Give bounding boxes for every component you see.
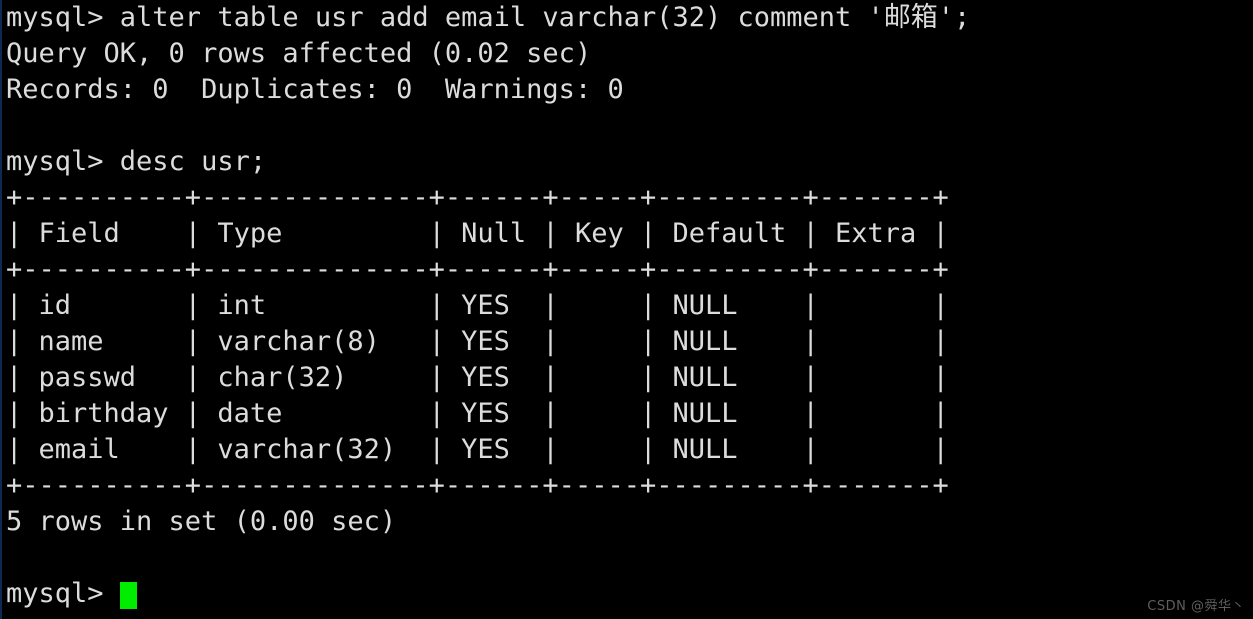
table-border-bottom: +----------+--------------+------+-----+… <box>6 470 949 501</box>
table-row: | email | varchar(32) | YES | | NULL | | <box>6 434 949 465</box>
text-cursor <box>119 581 137 609</box>
prompt-label: mysql> <box>6 578 120 609</box>
terminal-prompt-line[interactable]: mysql> <box>2 576 1253 612</box>
table-row: | passwd | char(32) | YES | | NULL | | <box>6 362 949 393</box>
terminal-line-query-status: Query OK, 0 rows affected (0.02 sec) <box>6 38 592 69</box>
terminal-window[interactable]: mysql> alter table usr add email varchar… <box>0 0 1253 619</box>
terminal-line-blank-1 <box>2 108 1253 144</box>
terminal-line-command-desc: mysql> desc usr; <box>6 146 267 177</box>
csdn-watermark: CSDN @舜华丶 <box>1147 599 1245 614</box>
terminal-line-row-count: 5 rows in set (0.00 sec) <box>6 506 397 537</box>
table-border-header: +----------+--------------+------+-----+… <box>6 254 949 285</box>
terminal-line-command-alter: mysql> alter table usr add email varchar… <box>6 2 971 33</box>
table-row: | birthday | date | YES | | NULL | | <box>6 398 949 429</box>
terminal-line-blank-2 <box>2 540 1253 576</box>
table-header-row: | Field | Type | Null | Key | Default | … <box>6 218 949 249</box>
terminal-line-records-summary: Records: 0 Duplicates: 0 Warnings: 0 <box>6 74 624 105</box>
table-row: | name | varchar(8) | YES | | NULL | | <box>6 326 949 357</box>
table-border-top: +----------+--------------+------+-----+… <box>6 182 949 213</box>
table-row: | id | int | YES | | NULL | | <box>6 290 949 321</box>
